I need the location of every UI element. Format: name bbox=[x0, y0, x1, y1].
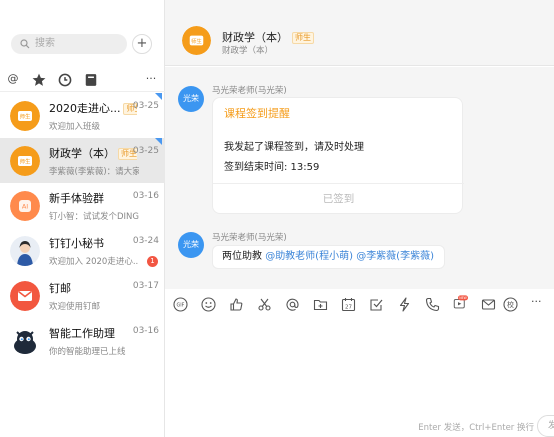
conversation-preview: 欢迎使用钉邮 bbox=[49, 302, 101, 312]
conversation-date: 03-25 bbox=[132, 101, 159, 111]
card-deadline: 签到结束时间: 13:59 bbox=[224, 162, 320, 173]
chat-title: 财政学（本） 师生 bbox=[222, 29, 314, 45]
conversation-preview: 李紫薇(李紫薇)：请大家... bbox=[49, 167, 139, 177]
conversation-item[interactable]: 钉钉小秘书 03-24 欢迎加入 2020走进心... 1 bbox=[0, 228, 165, 273]
message-list: 光荣 马光荣老师(马光荣) 课程签到提醒 我发起了课程签到，请及时处理 签到结束… bbox=[165, 67, 554, 289]
scissors-icon[interactable] bbox=[257, 297, 272, 312]
send-button[interactable]: 发 bbox=[537, 415, 554, 437]
conversation-name: 智能工作助理 bbox=[49, 327, 115, 340]
conversation-item[interactable]: 钉邮 03-17 欢迎使用钉邮 bbox=[0, 273, 165, 318]
star-icon[interactable] bbox=[32, 73, 46, 87]
mention-link[interactable]: @李紫薇(李紫薇) bbox=[356, 251, 434, 262]
svg-text:27: 27 bbox=[345, 305, 352, 311]
conversation-date: 03-16 bbox=[132, 326, 159, 336]
conversation-item-selected[interactable]: 师生 财政学（本） 师生 03-25 李紫薇(李紫薇)：请大家... bbox=[0, 138, 165, 183]
conversation-preview: 欢迎加入 2020走进心... bbox=[49, 257, 139, 267]
conversation-date: 03-16 bbox=[132, 191, 159, 201]
conversation-preview: 你的智能助理已上线 bbox=[49, 347, 126, 357]
gif-icon[interactable]: GIF bbox=[173, 297, 188, 312]
secretary-avatar bbox=[10, 236, 40, 266]
dingtalk-window: 搜索 + @ ··· 师生 2020走进心...师生 03-25 欢迎加入班级 … bbox=[0, 0, 554, 437]
sender-avatar[interactable]: 光荣 bbox=[178, 232, 204, 258]
conversation-item[interactable]: 师生 2020走进心...师生 03-25 欢迎加入班级 bbox=[0, 93, 165, 138]
search-placeholder: 搜索 bbox=[35, 38, 55, 49]
mention-link[interactable]: @助教老师(程小萌) bbox=[265, 251, 353, 262]
compose-toolbar: GIF 27 NEW 校 ··· bbox=[165, 289, 554, 319]
svg-text:校: 校 bbox=[507, 300, 514, 309]
search-row: 搜索 + bbox=[0, 26, 165, 62]
chat-header: 师生 财政学（本） 师生 财政学（本） bbox=[165, 0, 554, 66]
unread-badge: 1 bbox=[147, 256, 158, 267]
live-video-icon[interactable]: NEW bbox=[453, 295, 468, 310]
filter-tabs: @ ··· bbox=[0, 68, 165, 92]
search-input[interactable]: 搜索 bbox=[11, 34, 127, 54]
school-icon[interactable]: 校 bbox=[503, 297, 518, 312]
sender-name: 马光荣老师(马光荣) bbox=[212, 86, 287, 96]
conversation-name: 钉钉小秘书 bbox=[49, 237, 104, 250]
chat-subtitle: 财政学（本） bbox=[222, 46, 274, 56]
conversation-date: 03-24 bbox=[132, 236, 159, 246]
more-filters-icon[interactable]: ··· bbox=[144, 72, 158, 86]
search-icon bbox=[20, 39, 30, 49]
svg-text:师生: 师生 bbox=[191, 37, 202, 45]
conversation-preview: 钉小智：试试发个DING bbox=[49, 212, 139, 222]
sender-avatar[interactable]: 光荣 bbox=[178, 86, 204, 112]
checkbox-task-icon[interactable] bbox=[369, 297, 384, 312]
more-icon[interactable]: ··· bbox=[531, 295, 546, 310]
teacher-student-tag: 师生 bbox=[292, 32, 314, 44]
calendar-icon[interactable]: 27 bbox=[341, 297, 356, 312]
group-avatar[interactable]: 师生 bbox=[182, 26, 211, 55]
checkin-card[interactable]: 课程签到提醒 我发起了课程签到，请及时处理 签到结束时间: 13:59 已签到 bbox=[212, 97, 464, 214]
lightning-ding-icon[interactable] bbox=[397, 297, 412, 312]
svg-text:NEW: NEW bbox=[459, 296, 467, 300]
svg-text:GIF: GIF bbox=[177, 303, 185, 309]
conversation-name: 2020走进心...师生 bbox=[49, 100, 137, 116]
class-group-avatar: 师生 bbox=[10, 101, 40, 131]
conversation-item[interactable]: 智能工作助理 03-16 你的智能助理已上线 bbox=[0, 318, 165, 363]
svg-text:师生: 师生 bbox=[19, 158, 31, 166]
add-button[interactable]: + bbox=[132, 34, 152, 54]
assistant-robot-avatar bbox=[10, 326, 40, 356]
card-text: 我发起了课程签到，请及时处理 bbox=[224, 142, 364, 153]
clock-icon[interactable] bbox=[58, 73, 72, 87]
text-message: 两位助教 @助教老师(程小萌) @李紫薇(李紫薇) bbox=[212, 245, 445, 269]
mail-icon[interactable] bbox=[481, 297, 496, 312]
svg-text:AI: AI bbox=[22, 203, 28, 211]
at-icon[interactable] bbox=[285, 297, 300, 312]
mail-icon bbox=[10, 281, 40, 311]
conversation-preview: 欢迎加入班级 bbox=[49, 122, 101, 132]
folder-icon[interactable] bbox=[313, 297, 328, 312]
class-group-avatar: 师生 bbox=[10, 146, 40, 176]
emoji-icon[interactable] bbox=[201, 297, 216, 312]
phone-call-icon[interactable] bbox=[425, 297, 440, 312]
thumbs-up-icon[interactable] bbox=[229, 297, 244, 312]
card-title: 课程签到提醒 bbox=[224, 107, 290, 120]
conversation-name: 钉邮 bbox=[49, 282, 71, 295]
pin-corner-icon bbox=[155, 138, 162, 145]
conversation-name: 新手体验群 bbox=[49, 192, 104, 205]
input-hint: Enter 发送，Ctrl+Enter 换行 bbox=[418, 423, 534, 433]
at-mention-icon[interactable]: @ bbox=[6, 72, 20, 86]
chat-panel: 师生 财政学（本） 师生 财政学（本） 光荣 马光荣老师(马光荣) 课程签到提醒 … bbox=[165, 0, 554, 437]
conversation-sidebar: 搜索 + @ ··· 师生 2020走进心...师生 03-25 欢迎加入班级 … bbox=[0, 0, 165, 437]
conversation-date: 03-17 bbox=[132, 281, 159, 291]
conversation-name: 财政学（本） 师生 bbox=[49, 145, 137, 161]
svg-text:师生: 师生 bbox=[19, 113, 31, 121]
checked-in-button[interactable]: 已签到 bbox=[213, 183, 464, 214]
conversation-item[interactable]: AI 新手体验群 03-16 钉小智：试试发个DING bbox=[0, 183, 165, 228]
sender-name: 马光荣老师(马光荣) bbox=[212, 233, 287, 243]
conversation-date: 03-25 bbox=[132, 146, 159, 156]
pin-corner-icon bbox=[155, 93, 162, 100]
ai-group-avatar: AI bbox=[10, 191, 40, 221]
archive-icon[interactable] bbox=[84, 73, 98, 87]
